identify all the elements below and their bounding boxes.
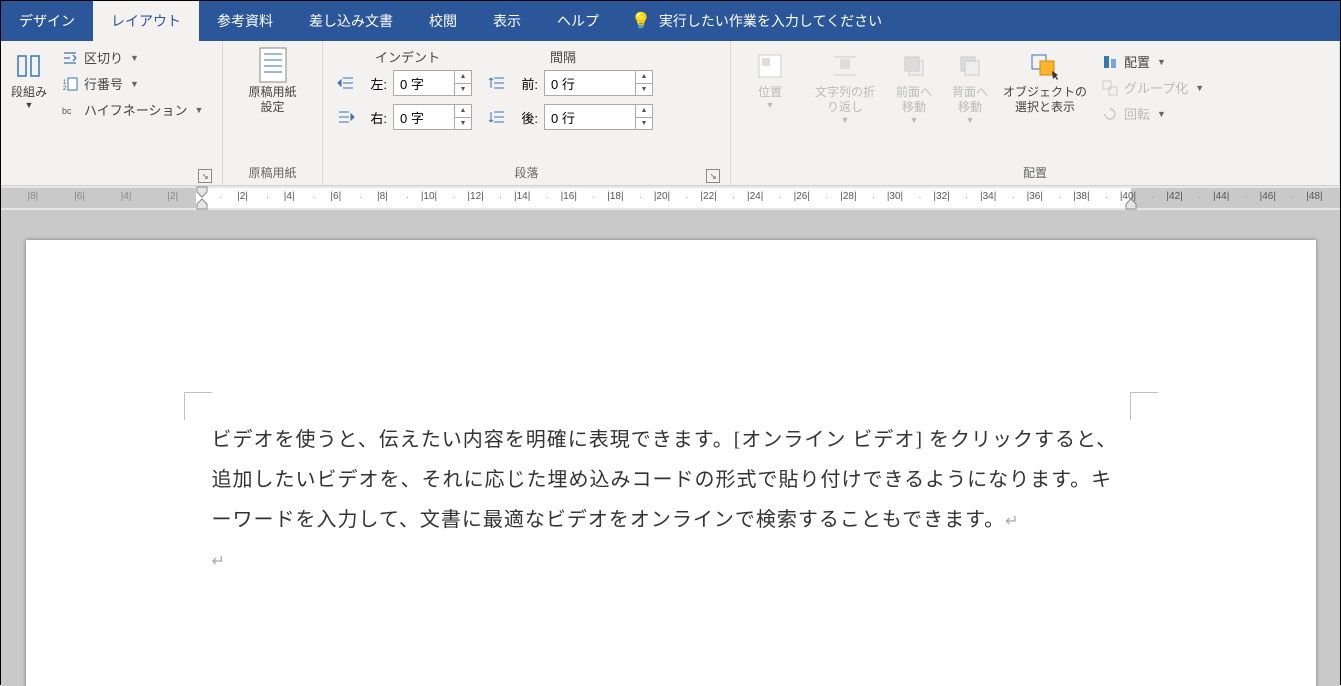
- chevron-down-icon: ▼: [1157, 57, 1166, 67]
- spinner-down-icon[interactable]: ▼: [636, 84, 652, 96]
- chevron-down-icon: ▼: [130, 79, 139, 89]
- left-indent-marker[interactable]: [196, 198, 208, 210]
- margin-corner-icon: [1130, 392, 1158, 420]
- spinner-up-icon[interactable]: ▲: [636, 71, 652, 84]
- rotate-icon: [1101, 105, 1119, 123]
- align-button[interactable]: 配置 ▼: [1095, 49, 1210, 74]
- spacing-after-label: 後:: [512, 108, 538, 127]
- breaks-button[interactable]: 区切り ▼: [55, 45, 209, 70]
- dialog-launcher-icon[interactable]: ↘: [706, 169, 720, 183]
- indent-left-icon: [337, 76, 355, 90]
- chevron-down-icon: ▼: [841, 115, 850, 125]
- indent-header: インデント: [375, 47, 440, 66]
- indent-left-input[interactable]: [394, 71, 454, 95]
- indent-left-spinner[interactable]: ▲▼: [393, 70, 472, 96]
- document-page[interactable]: ビデオを使うと、伝えたい内容を明確に表現できます。[オンライン ビデオ] をクリ…: [26, 240, 1316, 686]
- genkou-youshi-button[interactable]: 原稿用紙 設定: [233, 45, 313, 119]
- tab-design[interactable]: デザイン: [1, 1, 93, 41]
- selection-pane-button[interactable]: オブジェクトの 選択と表示: [1001, 45, 1089, 119]
- spacing-header: 間隔: [550, 47, 576, 66]
- columns-button[interactable]: 段組み ▼: [9, 45, 49, 114]
- group-objects-button[interactable]: グループ化 ▼: [1095, 75, 1210, 100]
- align-icon: [1101, 53, 1119, 71]
- spacing-after-spinner[interactable]: ▲▼: [544, 104, 653, 130]
- chevron-down-icon: ▼: [130, 53, 139, 63]
- chevron-down-icon: ▼: [25, 100, 34, 110]
- pilcrow-icon: ↵: [1005, 513, 1019, 530]
- spinner-down-icon[interactable]: ▼: [455, 84, 471, 96]
- chevron-down-icon: ▼: [194, 105, 203, 115]
- tab-review[interactable]: 校閲: [411, 1, 475, 41]
- document-area[interactable]: ビデオを使うと、伝えたい内容を明確に表現できます。[オンライン ビデオ] をクリ…: [1, 210, 1340, 686]
- indent-right-label: 右:: [361, 108, 387, 127]
- selection-pane-icon: [1028, 49, 1062, 83]
- group-icon: [1101, 79, 1119, 97]
- chevron-down-icon: ▼: [910, 115, 919, 125]
- position-icon: [753, 49, 787, 83]
- indent-right-spinner[interactable]: ▲▼: [393, 104, 472, 130]
- spacing-before-spinner[interactable]: ▲▼: [544, 70, 653, 96]
- spinner-down-icon[interactable]: ▼: [636, 118, 652, 130]
- spacing-before-input[interactable]: [545, 71, 635, 95]
- tell-me-search[interactable]: 💡 実行したい作業を入力してください: [631, 11, 882, 31]
- spinner-up-icon[interactable]: ▲: [636, 105, 652, 118]
- spinner-down-icon[interactable]: ▼: [455, 118, 471, 130]
- line-numbers-button[interactable]: 12 行番号 ▼: [55, 71, 209, 96]
- tab-layout[interactable]: レイアウト: [93, 1, 199, 41]
- indent-right-icon: [337, 110, 355, 124]
- document-empty-paragraph[interactable]: ↵: [212, 540, 1130, 580]
- tab-help[interactable]: ヘルプ: [539, 1, 617, 41]
- ribbon-tabs: デザイン レイアウト 参考資料 差し込み文書 校閲 表示 ヘルプ 💡 実行したい…: [1, 1, 1340, 41]
- chevron-down-icon: ▼: [766, 100, 775, 110]
- bring-forward-button[interactable]: 前面へ 移動 ▼: [889, 45, 939, 129]
- svg-text:2: 2: [63, 86, 67, 92]
- chevron-down-icon: ▼: [966, 115, 975, 125]
- spacing-after-input[interactable]: [545, 105, 635, 129]
- position-button[interactable]: 位置 ▼: [739, 45, 801, 114]
- spinner-up-icon[interactable]: ▲: [455, 71, 471, 84]
- pilcrow-icon: ↵: [212, 553, 226, 570]
- wrap-text-button[interactable]: 文字列の折 り返し ▼: [807, 45, 883, 129]
- spacing-after-icon: [488, 110, 506, 124]
- indent-right-input[interactable]: [394, 105, 454, 129]
- group-label-page-setup: ↘: [9, 179, 214, 185]
- margin-corner-icon: [184, 392, 212, 420]
- tab-mailings[interactable]: 差し込み文書: [291, 1, 411, 41]
- genkou-icon: [256, 49, 290, 83]
- bring-forward-icon: [897, 49, 931, 83]
- ribbon: 段組み ▼ 区切り ▼ 12 行番号 ▼: [1, 41, 1340, 186]
- hyphenation-button[interactable]: bc ハイフネーション ▼: [55, 97, 209, 122]
- send-backward-icon: [953, 49, 987, 83]
- tab-references[interactable]: 参考資料: [199, 1, 291, 41]
- spacing-before-label: 前:: [512, 74, 538, 93]
- spacing-before-icon: [488, 76, 506, 90]
- horizontal-ruler[interactable]: |8||6||4||2||2||4||6||8||10||12||14||16|…: [1, 186, 1340, 210]
- lightbulb-icon: 💡: [631, 11, 651, 31]
- hyphenation-icon: bc: [61, 101, 79, 119]
- group-label-arrange: 配置: [739, 162, 1331, 185]
- tab-view[interactable]: 表示: [475, 1, 539, 41]
- group-label-paragraph: 段落 ↘: [331, 162, 722, 185]
- columns-icon: [12, 49, 46, 83]
- wrap-text-icon: [828, 49, 862, 83]
- svg-text:bc: bc: [62, 106, 72, 116]
- document-paragraph[interactable]: ビデオを使うと、伝えたい内容を明確に表現できます。[オンライン ビデオ] をクリ…: [212, 420, 1130, 540]
- indent-left-label: 左:: [361, 74, 387, 93]
- rotate-button[interactable]: 回転 ▼: [1095, 101, 1210, 126]
- breaks-icon: [61, 49, 79, 67]
- send-backward-button[interactable]: 背面へ 移動 ▼: [945, 45, 995, 129]
- dialog-launcher-icon[interactable]: ↘: [198, 169, 212, 183]
- tell-me-placeholder: 実行したい作業を入力してください: [659, 11, 882, 31]
- line-numbers-icon: 12: [61, 75, 79, 93]
- group-label-genkou: 原稿用紙: [231, 162, 314, 185]
- chevron-down-icon: ▼: [1157, 109, 1166, 119]
- spinner-up-icon[interactable]: ▲: [455, 105, 471, 118]
- chevron-down-icon: ▼: [1195, 83, 1204, 93]
